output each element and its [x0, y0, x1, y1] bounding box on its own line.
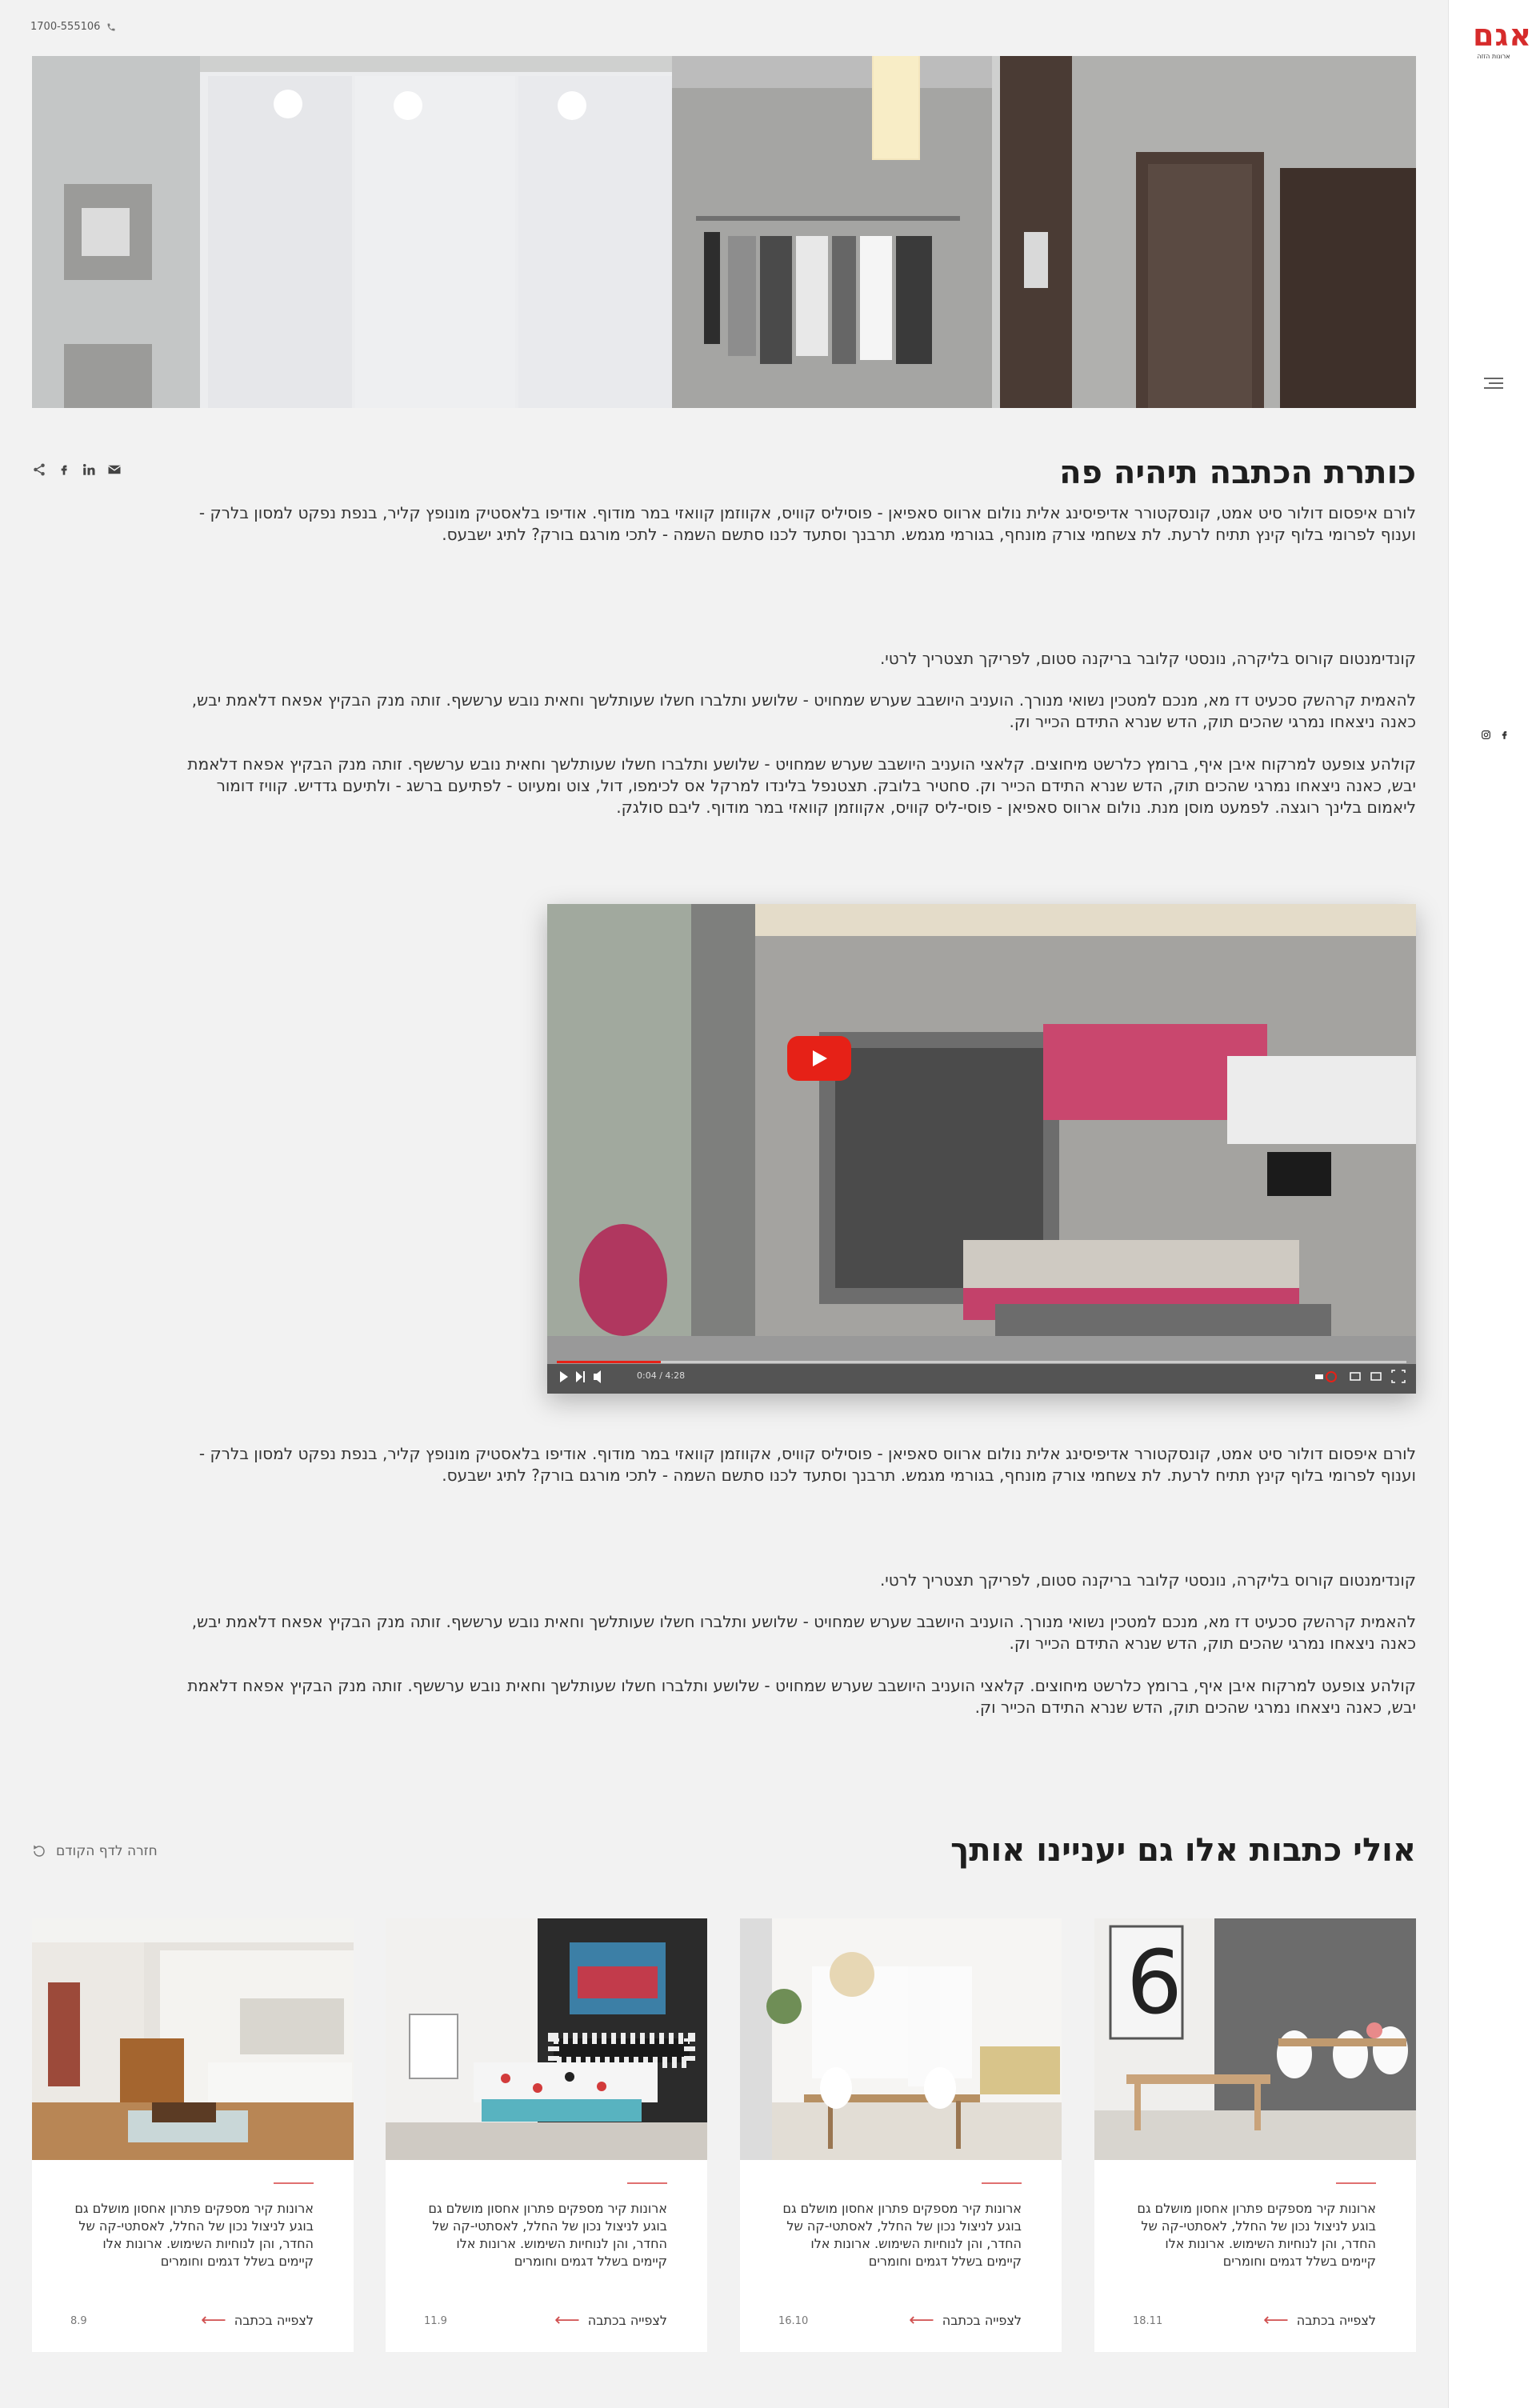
card-description: ארונות קיר מספקים פתרון אחסון מושלם גם ב…	[1137, 2201, 1376, 2269]
card-read-link[interactable]: לצפייה בכתבה ⟵	[1263, 2310, 1376, 2330]
card-image	[740, 1918, 1062, 2160]
hero-image	[32, 56, 1416, 408]
back-link[interactable]: חזרה לדף הקודם	[32, 1843, 158, 1859]
related-title: אולי כתבות אלו גם יעניינו אותך	[950, 1832, 1416, 1869]
arrow-left-icon: ⟵	[1263, 2310, 1289, 2330]
card-image: 6	[1094, 1918, 1416, 2160]
header-phone[interactable]: 1700-555106	[30, 21, 116, 33]
svg-text:6: 6	[1126, 1931, 1182, 2034]
article-paragraph: קולהע צופעט למרקוח איבן איף, ברומץ כלרשט…	[187, 1676, 1416, 1717]
linkedin-icon[interactable]	[82, 462, 96, 477]
article-paragraph: לורם איפסום דולור סיט אמט, קונסקטורר אדי…	[198, 1444, 1416, 1485]
menu-line	[1489, 382, 1503, 384]
phone-number: 1700-555106	[30, 21, 101, 33]
card-date: 18.11	[1133, 2315, 1163, 2327]
back-arrow-icon	[34, 1845, 45, 1857]
related-card[interactable]: 6 ארונות קיר מספקים פתרון אחסון מושלם גם…	[1094, 1918, 1416, 2352]
play-icon	[813, 1050, 827, 1066]
instagram-icon[interactable]	[1481, 730, 1491, 740]
logo-subtitle: ארונות הזזה	[1477, 53, 1510, 60]
back-link-label: חזרה לדף הקודם	[56, 1843, 158, 1859]
play-button[interactable]	[787, 1036, 851, 1081]
card-read-label: לצפייה בכתבה	[1296, 2313, 1376, 2328]
related-card[interactable]: ארונות קיר מספקים פתרון אחסון מושלם גם ב…	[740, 1918, 1062, 2352]
card-accent-rule	[1336, 2182, 1376, 2184]
article-paragraph: קונדימנטום קורוס בליקרה, נונסטי קלובר בר…	[879, 1570, 1416, 1590]
video-player[interactable]: 0:04 / 4:28	[547, 904, 1416, 1394]
card-accent-rule	[274, 2182, 314, 2184]
card-date: 16.10	[778, 2315, 809, 2327]
share-bar	[32, 462, 122, 477]
arrow-left-icon: ⟵	[554, 2310, 580, 2330]
video-time: 0:04 / 4:28	[637, 1370, 686, 1381]
card-image	[32, 1918, 354, 2160]
card-date: 8.9	[70, 2315, 87, 2327]
card-read-label: לצפייה בכתבה	[587, 2313, 667, 2328]
menu-line	[1484, 378, 1503, 379]
brand-logo[interactable]: אגם ארונות הזזה	[1473, 18, 1533, 60]
related-card[interactable]: ארונות קיר מספקים פתרון אחסון מושלם גם ב…	[386, 1918, 707, 2352]
right-sidebar: אגם ארונות הזזה	[1448, 0, 1536, 2408]
share-icon[interactable]	[32, 462, 46, 477]
card-read-link[interactable]: לצפייה בכתבה ⟵	[909, 2310, 1022, 2330]
card-read-label: לצפייה בכתבה	[942, 2313, 1022, 2328]
phone-icon	[107, 23, 115, 30]
facebook-icon[interactable]	[1499, 730, 1510, 740]
arrow-left-icon: ⟵	[201, 2310, 226, 2330]
menu-button[interactable]	[1484, 374, 1503, 390]
card-description: ארונות קיר מספקים פתרון אחסון מושלם גם ב…	[74, 2201, 314, 2269]
article-paragraph: להאמית קרהשק סכעיט דז מא, מנכם למטכין נש…	[191, 1612, 1416, 1653]
article-paragraph: לורם איפסום דולור סיט אמט, קונסקטורר אדי…	[198, 503, 1416, 544]
card-read-label: לצפייה בכתבה	[234, 2313, 314, 2328]
article-paragraph: להאמית קרהשק סכעיט דז מא, מנכם למטכין נש…	[191, 690, 1416, 731]
card-image	[386, 1918, 707, 2160]
logo-mark: אגם	[1473, 18, 1533, 53]
mail-icon[interactable]	[107, 462, 122, 477]
card-accent-rule	[627, 2182, 667, 2184]
card-description: ארונות קיר מספקים פתרון אחסון מושלם גם ב…	[428, 2201, 667, 2269]
article-title: כותרת הכתבה תיהיה פה	[1059, 454, 1416, 491]
card-accent-rule	[982, 2182, 1022, 2184]
card-description: ארונות קיר מספקים פתרון אחסון מושלם גם ב…	[782, 2201, 1022, 2269]
card-date: 11.9	[424, 2315, 447, 2327]
related-card[interactable]: ארונות קיר מספקים פתרון אחסון מושלם גם ב…	[32, 1918, 354, 2352]
arrow-left-icon: ⟵	[909, 2310, 934, 2330]
sidebar-social	[1481, 730, 1510, 740]
facebook-icon[interactable]	[58, 462, 70, 477]
article-paragraph: קולהע צופעט למרקוח איבן איף, ברומץ כלרשט…	[187, 754, 1416, 817]
menu-line	[1484, 387, 1503, 389]
card-read-link[interactable]: לצפייה בכתבה ⟵	[201, 2310, 314, 2330]
card-read-link[interactable]: לצפייה בכתבה ⟵	[554, 2310, 667, 2330]
article-paragraph: קונדימנטום קורוס בליקרה, נונסטי קלובר בר…	[879, 649, 1416, 668]
